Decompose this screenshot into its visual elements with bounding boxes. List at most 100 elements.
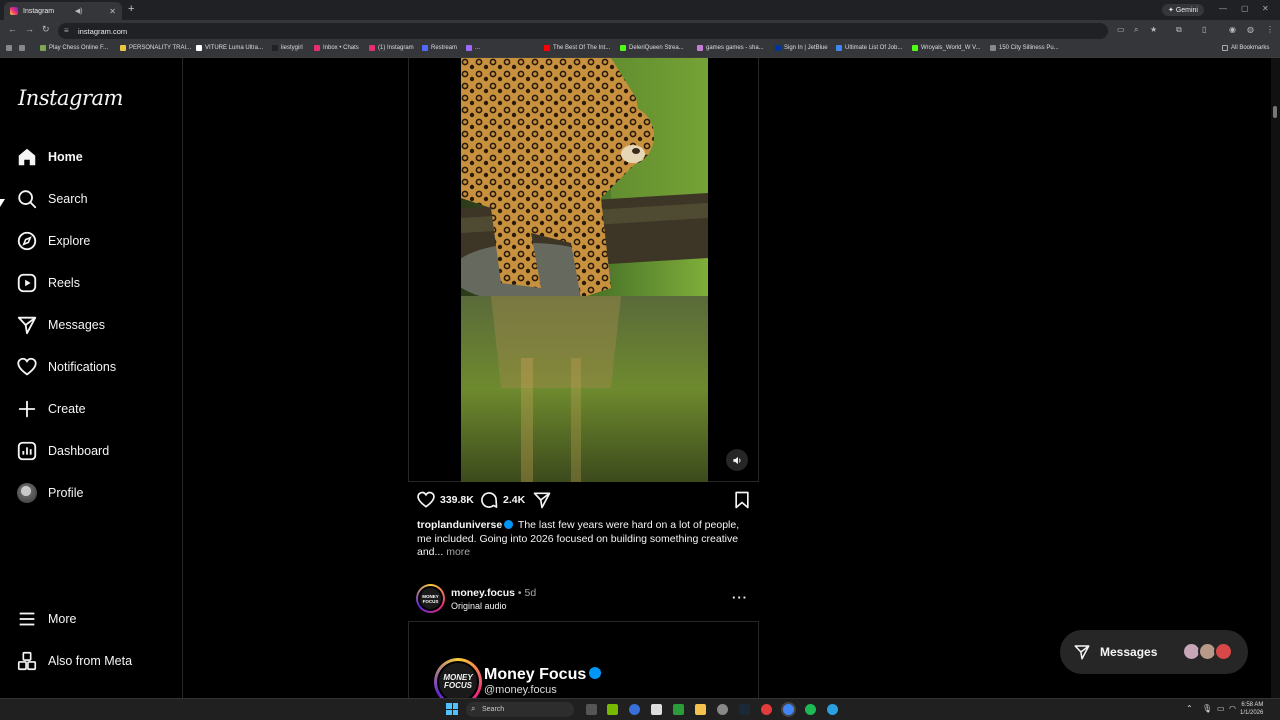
caption-more-link[interactable]: more: [446, 546, 470, 558]
zoom-icon[interactable]: ⌕: [1134, 25, 1138, 35]
save-button[interactable]: [732, 490, 756, 510]
jaguar-video-frame: [461, 58, 708, 482]
sidebar-item-label: Dashboard: [48, 444, 110, 458]
bookmark-item[interactable]: Sign In | JetBlue: [775, 45, 828, 51]
sidebar-item-reels[interactable]: Reels: [16, 270, 80, 296]
apps-icon[interactable]: [6, 45, 15, 51]
paper-plane-icon: [17, 316, 37, 335]
sidebar-item-also-from-meta[interactable]: Also from Meta: [16, 648, 132, 674]
scrollbar-thumb[interactable]: [1273, 106, 1277, 118]
instagram-logo[interactable]: Instagram: [18, 86, 123, 110]
scrollbar[interactable]: [1271, 58, 1280, 698]
forward-icon[interactable]: →: [25, 24, 34, 34]
bookmark-item[interactable]: Play Chess Online F...: [40, 45, 108, 51]
nvidia-icon[interactable]: [607, 704, 618, 715]
restore-icon[interactable]: ▢: [1241, 4, 1249, 13]
profile-icon[interactable]: ◉: [1229, 25, 1236, 34]
sidebar-item-profile[interactable]: Profile: [16, 480, 83, 506]
bookmark-icon: [735, 491, 749, 509]
account-icon[interactable]: ◍: [1247, 25, 1254, 34]
home-icon: [18, 148, 36, 166]
bookmark-favicon-icon: [620, 45, 626, 51]
taskbar-search-label: Search: [482, 706, 505, 713]
gemini-button[interactable]: ✦ Gemini: [1162, 4, 1204, 16]
chevron-up-icon[interactable]: ⌃: [1186, 704, 1193, 713]
sidebar-item-create[interactable]: Create: [16, 396, 86, 422]
post-media[interactable]: MONEY FOCUS Money Focus @money.focus: [408, 621, 759, 698]
spotify-icon[interactable]: [805, 704, 816, 715]
bookmark-item[interactable]: games games - sha...: [697, 45, 764, 51]
mic-icon[interactable]: 🎙: [1202, 704, 1212, 713]
sidebar-item-dashboard[interactable]: Dashboard: [16, 438, 109, 464]
bookmark-favicon-icon: [544, 45, 550, 51]
bookmark-item[interactable]: Ultimate List Of Job...: [836, 45, 902, 51]
audio-muted-button[interactable]: [726, 449, 748, 471]
extensions-icon[interactable]: ⧉: [1176, 25, 1182, 35]
close-tab-icon[interactable]: ✕: [109, 7, 116, 16]
app-icon[interactable]: [761, 704, 772, 715]
sidebar: Instagram Home Search Explore Reels Mess…: [0, 58, 183, 698]
bookmark-item[interactable]: PERSONALITY TRAI...: [120, 45, 191, 51]
sidebar-item-notifications[interactable]: Notifications: [16, 354, 116, 380]
bookmark-item[interactable]: liestygirl: [272, 45, 303, 51]
bookmark-star-icon[interactable]: ★: [1150, 25, 1157, 34]
sidepanel-icon[interactable]: ▯: [1202, 25, 1206, 34]
app-icon[interactable]: [673, 704, 684, 715]
caption-username[interactable]: troplanduniverse: [417, 519, 502, 531]
post-media[interactable]: [408, 58, 759, 482]
verified-badge-icon: [589, 667, 602, 679]
minimize-icon[interactable]: —: [1219, 4, 1227, 13]
bookmark-item[interactable]: VITURE Luma Ultra...: [196, 45, 263, 51]
messages-floating-button[interactable]: Messages: [1060, 630, 1248, 674]
sidebar-item-messages[interactable]: Messages: [16, 312, 105, 338]
browser-tab[interactable]: Instagram ◀) ✕: [4, 2, 122, 20]
taskbar-search[interactable]: ⌕ Search: [466, 702, 574, 717]
bookmark-item[interactable]: Inbox • Chats: [314, 45, 359, 51]
steam-icon[interactable]: [739, 704, 750, 715]
bookmark-item[interactable]: Wroyals_World_W V...: [912, 45, 981, 51]
more-options-icon[interactable]: ···: [732, 590, 748, 605]
comment-button[interactable]: 2.4K: [479, 490, 525, 510]
new-tab-icon[interactable]: +: [128, 3, 134, 15]
chrome-icon[interactable]: [783, 704, 794, 715]
address-bar[interactable]: ≡ instagram.com: [58, 23, 1108, 39]
sidebar-item-explore[interactable]: Explore: [16, 228, 90, 254]
bookmark-item[interactable]: Restream: [422, 45, 457, 51]
sidebar-item-home[interactable]: Home: [16, 144, 83, 170]
windows-start-icon[interactable]: [446, 703, 458, 715]
notepad-icon[interactable]: [651, 704, 662, 715]
sidebar-item-label: Create: [48, 402, 86, 416]
file-explorer-icon[interactable]: [695, 704, 706, 715]
sidebar-item-more[interactable]: More: [16, 606, 76, 632]
menu-kebab-icon[interactable]: ⋮: [1266, 25, 1274, 34]
bookmark-item[interactable]: 150 City Silliness Pu...: [990, 45, 1059, 51]
sidebar-item-search[interactable]: Search: [16, 186, 88, 212]
bookmark-item[interactable]: DeleriQueen Strea...: [620, 45, 684, 51]
speaker-icon[interactable]: ◀): [75, 7, 83, 15]
grid-icon[interactable]: [19, 45, 28, 51]
site-info-icon[interactable]: ≡: [64, 26, 69, 35]
bookmark-item[interactable]: The Best Of The Int...: [544, 45, 610, 51]
edge-icon[interactable]: [827, 704, 838, 715]
all-bookmarks-link[interactable]: All Bookmarks: [1222, 45, 1269, 51]
copilot-icon[interactable]: [629, 704, 640, 715]
back-icon[interactable]: ←: [8, 24, 17, 34]
close-window-icon[interactable]: ✕: [1262, 4, 1269, 13]
wifi-icon[interactable]: ◠: [1229, 704, 1236, 713]
settings-icon[interactable]: [717, 704, 728, 715]
reel-video[interactable]: [461, 58, 708, 482]
bookmark-favicon-icon: [369, 45, 375, 51]
post-username[interactable]: money.focus: [451, 587, 515, 599]
bookmark-favicon-icon: [120, 45, 126, 51]
reload-icon[interactable]: ↻: [42, 24, 50, 35]
story-ring-avatar[interactable]: MONEY FOCUS: [416, 584, 445, 613]
like-button[interactable]: 339.8K: [416, 490, 474, 510]
clock[interactable]: 6:58 AM 1/1/2026: [1240, 701, 1263, 717]
cast-icon[interactable]: ▭: [1117, 25, 1125, 34]
task-view-icon[interactable]: [586, 704, 597, 715]
audio-label[interactable]: Original audio: [451, 601, 507, 611]
bookmark-item[interactable]: ...: [466, 45, 480, 51]
share-button[interactable]: [532, 490, 556, 510]
bookmark-item[interactable]: (1) Instagram: [369, 45, 414, 51]
display-icon[interactable]: ▭: [1217, 704, 1225, 713]
